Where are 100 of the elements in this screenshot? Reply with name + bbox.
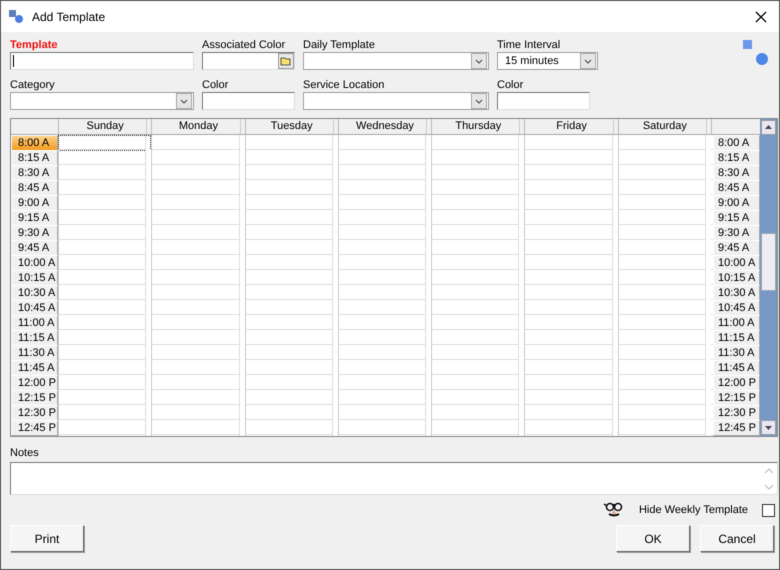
schedule-cell[interactable]: [431, 180, 524, 196]
time-interval-dropdown[interactable]: 15 minutes: [497, 52, 598, 70]
schedule-cell[interactable]: [338, 135, 432, 151]
schedule-cell[interactable]: [431, 285, 524, 301]
time-label[interactable]: 9:45 A: [11, 240, 58, 256]
schedule-cell[interactable]: [431, 165, 524, 181]
time-label[interactable]: 9:15 A: [11, 210, 58, 226]
schedule-cell[interactable]: [524, 165, 618, 181]
schedule-cell[interactable]: [151, 135, 245, 151]
schedule-cell[interactable]: [151, 210, 245, 226]
schedule-cell[interactable]: [151, 375, 245, 391]
schedule-cell[interactable]: [618, 225, 711, 241]
schedule-cell[interactable]: [58, 360, 152, 376]
schedule-cell[interactable]: [58, 225, 152, 241]
close-icon[interactable]: [755, 10, 767, 22]
schedule-cell[interactable]: [524, 360, 618, 376]
schedule-cell[interactable]: [151, 165, 245, 181]
schedule-cell[interactable]: [338, 420, 432, 436]
time-label[interactable]: 12:30 P: [11, 405, 58, 421]
schedule-cell[interactable]: [618, 285, 711, 301]
time-label[interactable]: 12:00 P: [11, 375, 58, 391]
schedule-cell[interactable]: [524, 135, 618, 151]
schedule-cell[interactable]: [431, 315, 524, 331]
time-label[interactable]: 10:00 A: [11, 255, 58, 271]
schedule-cell[interactable]: [618, 210, 711, 226]
schedule-cell[interactable]: [244, 165, 338, 181]
schedule-cell[interactable]: [58, 135, 152, 151]
schedule-cell[interactable]: [151, 345, 245, 361]
schedule-cell[interactable]: [338, 150, 432, 166]
schedule-cell[interactable]: [151, 225, 245, 241]
schedule-cell[interactable]: [151, 150, 245, 166]
time-label[interactable]: 8:30 A: [11, 165, 58, 181]
category-dropdown[interactable]: [10, 92, 194, 110]
time-label[interactable]: 8:00 A: [11, 135, 58, 151]
schedule-cell[interactable]: [431, 345, 524, 361]
schedule-cell[interactable]: [151, 390, 245, 406]
schedule-cell[interactable]: [58, 330, 152, 346]
time-label[interactable]: 10:30 A: [11, 285, 58, 301]
ok-button[interactable]: OK: [616, 525, 690, 552]
schedule-cell[interactable]: [524, 390, 618, 406]
schedule-cell[interactable]: [244, 195, 338, 211]
schedule-cell[interactable]: [524, 255, 618, 271]
schedule-cell[interactable]: [338, 315, 432, 331]
folder-icon[interactable]: [278, 53, 294, 69]
schedule-cell[interactable]: [151, 270, 245, 286]
schedule-cell[interactable]: [151, 300, 245, 316]
schedule-cell[interactable]: [618, 345, 711, 361]
schedule-cell[interactable]: [431, 375, 524, 391]
schedule-cell[interactable]: [431, 255, 524, 271]
schedule-cell[interactable]: [151, 315, 245, 331]
schedule-cell[interactable]: [431, 240, 524, 256]
time-label[interactable]: 11:15 A: [11, 330, 58, 346]
color-picker-field[interactable]: [202, 52, 295, 70]
time-label[interactable]: 8:45 A: [11, 180, 58, 196]
schedule-cell[interactable]: [618, 405, 711, 421]
schedule-cell[interactable]: [524, 225, 618, 241]
time-label[interactable]: 11:30 A: [11, 345, 58, 361]
schedule-cell[interactable]: [244, 360, 338, 376]
schedule-cell[interactable]: [431, 135, 524, 151]
schedule-cell[interactable]: [431, 420, 524, 436]
schedule-cell[interactable]: [431, 330, 524, 346]
time-label[interactable]: 12:45 P: [11, 420, 58, 436]
schedule-cell[interactable]: [618, 195, 711, 211]
schedule-cell[interactable]: [618, 255, 711, 271]
color-input[interactable]: [497, 92, 590, 110]
schedule-cell[interactable]: [151, 195, 245, 211]
schedule-cell[interactable]: [431, 210, 524, 226]
scroll-up-icon[interactable]: [761, 120, 776, 135]
schedule-cell[interactable]: [58, 285, 152, 301]
schedule-cell[interactable]: [338, 375, 432, 391]
schedule-cell[interactable]: [338, 210, 432, 226]
schedule-cell[interactable]: [338, 255, 432, 271]
schedule-cell[interactable]: [58, 405, 152, 421]
schedule-cell[interactable]: [244, 330, 338, 346]
time-label[interactable]: 10:45 A: [11, 300, 58, 316]
schedule-cell[interactable]: [151, 420, 245, 436]
schedule-cell[interactable]: [618, 300, 711, 316]
schedule-cell[interactable]: [244, 255, 338, 271]
schedule-cell[interactable]: [338, 360, 432, 376]
schedule-cell[interactable]: [338, 165, 432, 181]
cancel-button[interactable]: Cancel: [700, 525, 774, 552]
schedule-cell[interactable]: [244, 270, 338, 286]
schedule-cell[interactable]: [244, 150, 338, 166]
schedule-cell[interactable]: [618, 180, 711, 196]
hide-weekly-template-checkbox[interactable]: [762, 504, 775, 516]
schedule-cell[interactable]: [244, 390, 338, 406]
schedule-cell[interactable]: [338, 195, 432, 211]
schedule-cell[interactable]: [244, 180, 338, 196]
schedule-cell[interactable]: [58, 420, 152, 436]
schedule-cell[interactable]: [524, 195, 618, 211]
schedule-cell[interactable]: [244, 405, 338, 421]
schedule-cell[interactable]: [244, 135, 338, 151]
schedule-cell[interactable]: [151, 330, 245, 346]
schedule-cell[interactable]: [431, 270, 524, 286]
schedule-cell[interactable]: [151, 285, 245, 301]
schedule-cell[interactable]: [338, 285, 432, 301]
schedule-cell[interactable]: [58, 150, 152, 166]
time-label[interactable]: 8:15 A: [11, 150, 58, 166]
template-input[interactable]: [10, 52, 194, 70]
scroll-down-icon[interactable]: [761, 420, 776, 435]
